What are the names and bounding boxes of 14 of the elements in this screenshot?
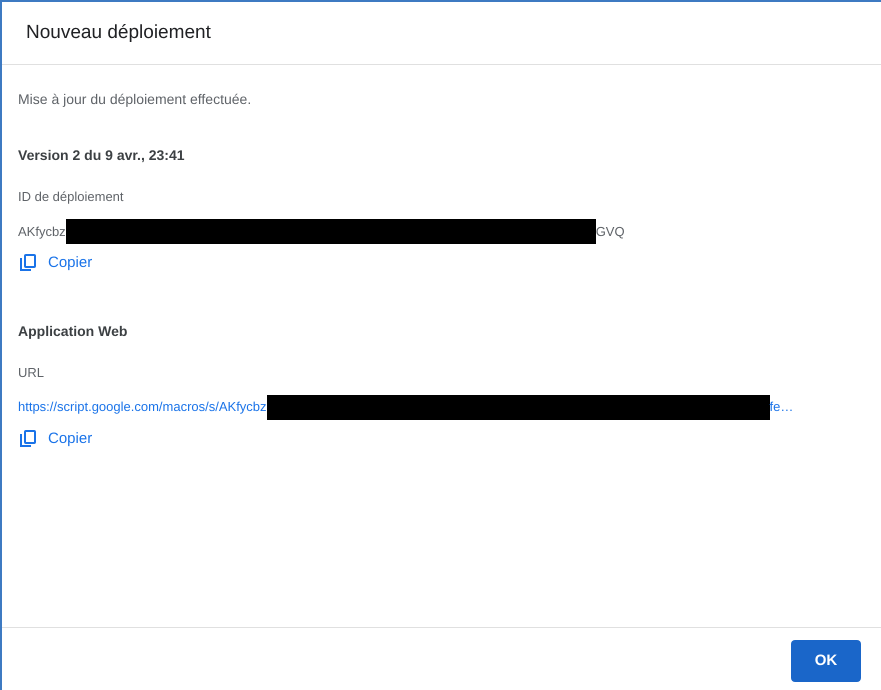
copy-button[interactable]: Copier [18,428,92,450]
field-label: URL [18,364,46,380]
copy-icon [18,428,38,449]
copy-icon [18,253,38,274]
copy-button[interactable]: Copier [18,252,92,274]
section-heading: Version 2 du 9 avr., 23:41 [18,146,186,165]
ok-button[interactable]: OK [791,640,861,682]
field-label: ID de déploiement [18,188,125,205]
dialog-title: Nouveau déploiement [26,20,211,45]
section-heading: Application Web [18,322,128,340]
deployment-id: AKfycbz [18,222,66,241]
deployment-id: GVQ [596,222,625,241]
url-link[interactable]: https://script.google.com/macros/s/AKfycbz [18,397,267,417]
success-message: Mise à jour du déploiement effectuée. [18,90,252,109]
